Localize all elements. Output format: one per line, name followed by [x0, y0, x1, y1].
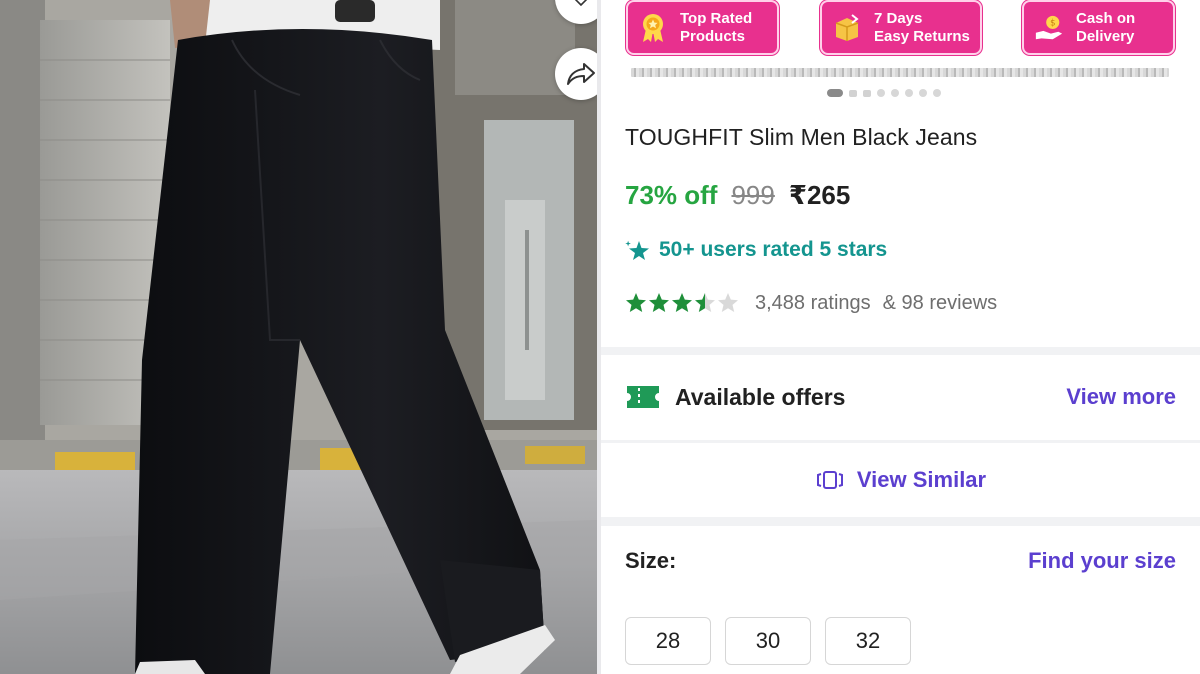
size-header: Size: Find your size: [625, 548, 1176, 574]
image-thumbnail-strip: [631, 68, 1169, 77]
badge-label: 7 Days Easy Returns: [874, 9, 970, 45]
section-divider: [601, 347, 1200, 355]
original-price: 999: [731, 180, 775, 210]
badge-label: Top Rated Products: [680, 9, 753, 45]
size-option-32[interactable]: 32: [825, 617, 911, 665]
carousel-dot[interactable]: [863, 89, 871, 97]
reviews-count: & 98 reviews: [882, 291, 998, 314]
carousel-dot[interactable]: [919, 89, 927, 97]
carousel-dots[interactable]: [827, 88, 941, 98]
available-offers-row[interactable]: Available offers View more: [625, 380, 1176, 414]
badge-label: Cash on Delivery: [1076, 9, 1136, 45]
view-more-link[interactable]: View more: [1066, 384, 1176, 410]
ratings-count: 3,488 ratings: [755, 291, 871, 314]
size-option-28[interactable]: 28: [625, 617, 711, 665]
users-rated-text: 50+ users rated 5 stars: [659, 238, 888, 261]
size-label: Size:: [625, 548, 677, 573]
view-similar-label: View Similar: [856, 467, 987, 492]
badge-top-rated[interactable]: Top Rated Products: [626, 0, 779, 55]
carousel-dot[interactable]: [827, 89, 843, 97]
offer-ticket-icon: [627, 386, 659, 408]
discount-percent: 73% off: [625, 180, 718, 210]
view-similar-icon: [816, 471, 843, 489]
product-title: TOUGHFIT Slim Men Black Jeans: [625, 124, 978, 150]
badge-cash-on-delivery[interactable]: $ Cash on Delivery: [1022, 0, 1175, 55]
medal-icon: [638, 13, 668, 43]
available-offers-label: Available offers: [675, 383, 846, 410]
rating-summary[interactable]: 3,488 ratings & 98 reviews: [625, 291, 997, 315]
users-rated-highlight: 50+ users rated 5 stars: [625, 238, 887, 262]
section-divider: [601, 517, 1200, 526]
size-options: 28 30 32: [625, 617, 911, 665]
section-divider: [601, 440, 1200, 443]
view-similar-button[interactable]: View Similar: [601, 462, 1200, 498]
carousel-dot[interactable]: [933, 89, 941, 97]
find-your-size-link[interactable]: Find your size: [1028, 548, 1176, 574]
share-icon: [567, 63, 595, 85]
size-option-30[interactable]: 30: [725, 617, 811, 665]
carousel-dot[interactable]: [905, 89, 913, 97]
sparkle-star-icon: [625, 240, 649, 260]
svg-text:$: $: [1050, 17, 1055, 27]
star-rating: [625, 291, 741, 315]
cash-hand-icon: $: [1034, 13, 1064, 43]
rating-stars-icon: [626, 293, 738, 312]
return-box-icon: [832, 13, 862, 43]
carousel-dot[interactable]: [849, 89, 857, 97]
assurance-badges: Top RatedProducts 7 DaysEasy Returns $: [623, 0, 1175, 56]
selling-price: ₹265: [788, 180, 851, 210]
carousel-dot[interactable]: [877, 89, 885, 97]
heart-icon: [574, 0, 588, 7]
product-photo-illustration: [0, 0, 597, 674]
product-details-panel: Top RatedProducts 7 DaysEasy Returns $: [601, 0, 1200, 674]
product-image[interactable]: [0, 0, 597, 674]
price-row: 73% off 999 ₹265: [625, 180, 850, 211]
carousel-dot[interactable]: [891, 89, 899, 97]
badge-easy-returns[interactable]: 7 Days Easy Returns: [820, 0, 982, 55]
